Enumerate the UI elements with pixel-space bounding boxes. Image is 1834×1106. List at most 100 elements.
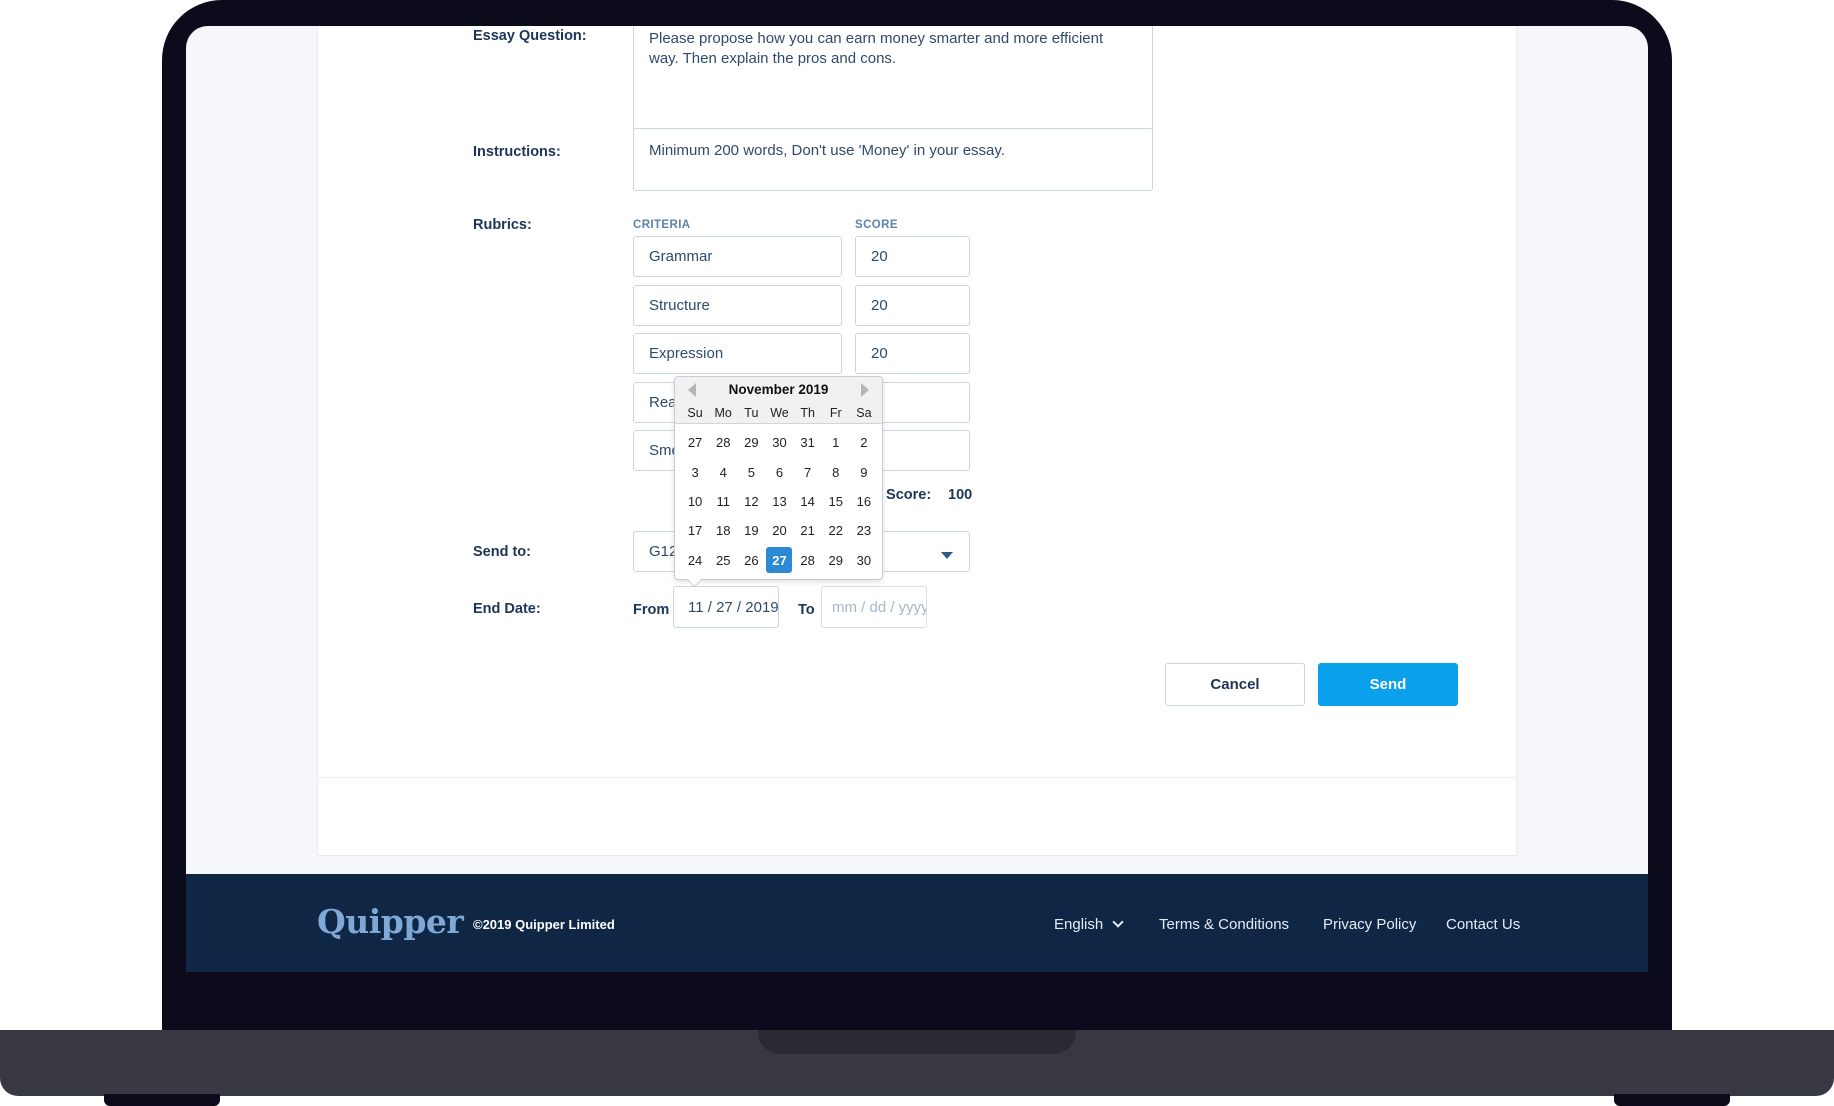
- end-date-label: End Date:: [473, 601, 541, 617]
- calendar-day[interactable]: 10: [681, 487, 709, 516]
- to-date-input[interactable]: mm / dd / yyyy: [821, 586, 927, 628]
- calendar-day-number: 27: [766, 547, 793, 574]
- instructions-input[interactable]: Minimum 200 words, Don't use 'Money' in …: [633, 128, 1153, 191]
- calendar-day-number: 28: [715, 435, 731, 451]
- calendar-day[interactable]: 15: [822, 487, 850, 516]
- calendar-day-number: 30: [856, 552, 872, 568]
- calendar-day-number: 20: [772, 523, 787, 539]
- calendar-day[interactable]: 5: [737, 457, 765, 486]
- total-score-value: 100: [948, 487, 973, 503]
- calendar-day[interactable]: 12: [737, 487, 765, 516]
- weekday-header: Th: [800, 406, 815, 420]
- calendar-day[interactable]: 20: [765, 516, 793, 545]
- weekday-header: Su: [687, 406, 703, 420]
- criteria-input-grammar[interactable]: Grammar: [633, 236, 842, 277]
- calendar-day[interactable]: 17: [681, 516, 709, 545]
- total-score-label: l Score:: [878, 487, 932, 503]
- calendar-day-number: 11: [716, 493, 730, 509]
- calendar-day-number: 28: [800, 552, 815, 568]
- calendar-day[interactable]: 14: [794, 487, 822, 516]
- calendar-day-number: 22: [828, 523, 843, 539]
- calendar-day-number: 5: [747, 464, 755, 480]
- calendar-day-number: 23: [856, 523, 872, 539]
- calendar-day-number: 13: [772, 493, 787, 509]
- chevron-down-icon[interactable]: [1112, 916, 1124, 928]
- calendar-day-number: 26: [744, 552, 759, 568]
- site-footer: Quipper ©2019 Quipper Limited English Te…: [186, 874, 1648, 972]
- contact-link[interactable]: Contact Us: [1446, 916, 1520, 933]
- calendar-day[interactable]: 27: [681, 428, 709, 457]
- calendar-day[interactable]: 22: [822, 516, 850, 545]
- datepicker-days: 27 28 29 30 31 1 2 3 4 5 6 7 8 9 10 11 12 13 14 15 16 17 18 19 2…: [681, 428, 878, 575]
- criteria-input-structure[interactable]: Structure: [633, 285, 842, 326]
- laptop-foot-left: [104, 1094, 220, 1106]
- calendar-day[interactable]: 2: [850, 428, 878, 457]
- cancel-button[interactable]: Cancel: [1165, 663, 1305, 706]
- calendar-day[interactable]: 28: [709, 428, 737, 457]
- calendar-day[interactable]: 29: [737, 428, 765, 457]
- calendar-day-number: 25: [715, 552, 731, 568]
- quipper-logo[interactable]: Quipper: [317, 902, 464, 941]
- calendar-day[interactable]: 24: [681, 546, 709, 575]
- language-selector[interactable]: English: [1054, 916, 1103, 933]
- calendar-day[interactable]: 28: [794, 546, 822, 575]
- next-month-icon[interactable]: [861, 383, 869, 397]
- from-date-input[interactable]: 11 / 27 / 2019: [673, 586, 779, 628]
- calendar-day[interactable]: 30: [850, 546, 878, 575]
- calendar-day-number: 16: [856, 493, 872, 509]
- calendar-day[interactable]: 31: [794, 428, 822, 457]
- score-input-structure[interactable]: 20: [855, 285, 970, 326]
- calendar-day[interactable]: 4: [709, 457, 737, 486]
- calendar-day[interactable]: 8: [822, 457, 850, 486]
- calendar-day-number: 14: [800, 493, 815, 509]
- calendar-day-number: 3: [691, 464, 699, 480]
- score-input-expression[interactable]: 20: [855, 333, 970, 374]
- calendar-day[interactable]: 18: [709, 516, 737, 545]
- essay-question-label: Essay Question:: [473, 28, 587, 44]
- calendar-day[interactable]: 29: [822, 546, 850, 575]
- calendar-day[interactable]: 9: [850, 457, 878, 486]
- weekday-header: Tu: [744, 406, 759, 420]
- calendar-day-selected[interactable]: 27: [765, 546, 793, 575]
- calendar-day[interactable]: 11: [709, 487, 737, 516]
- send-to-label: Send to:: [473, 544, 531, 560]
- send-button[interactable]: Send: [1318, 663, 1458, 706]
- weekday-header: Sa: [856, 406, 872, 420]
- calendar-day-number: 29: [744, 435, 759, 451]
- score-input-grammar[interactable]: 20: [855, 236, 970, 277]
- weekday-header: We: [770, 406, 789, 420]
- calendar-day[interactable]: 16: [850, 487, 878, 516]
- calendar-day[interactable]: 3: [681, 457, 709, 486]
- criteria-input-expression[interactable]: Expression: [633, 333, 842, 374]
- laptop-notch: [758, 1030, 1076, 1054]
- calendar-day-number: 1: [832, 435, 840, 451]
- calendar-day[interactable]: 25: [709, 546, 737, 575]
- calendar-day[interactable]: 21: [794, 516, 822, 545]
- to-label: To: [798, 602, 815, 618]
- calendar-day[interactable]: 7: [794, 457, 822, 486]
- calendar-day-number: 17: [687, 523, 703, 539]
- criteria-column-header: CRITERIA: [633, 219, 691, 231]
- privacy-link[interactable]: Privacy Policy: [1323, 916, 1416, 933]
- card-divider: [318, 777, 1516, 778]
- calendar-day-number: 30: [772, 435, 787, 451]
- calendar-day[interactable]: 6: [765, 457, 793, 486]
- screen: Essay Question: Please propose how you c…: [186, 26, 1648, 972]
- calendar-day[interactable]: 26: [737, 546, 765, 575]
- calendar-day[interactable]: 1: [822, 428, 850, 457]
- laptop-foot-right: [1614, 1094, 1730, 1106]
- calendar-day[interactable]: 19: [737, 516, 765, 545]
- calendar-day-number: 2: [860, 435, 868, 451]
- calendar-day[interactable]: 30: [765, 428, 793, 457]
- calendar-day-number: 31: [800, 435, 815, 451]
- calendar-day-number: 8: [832, 464, 840, 480]
- weekday-header: Mo: [714, 406, 732, 420]
- calendar-day[interactable]: 13: [765, 487, 793, 516]
- terms-link[interactable]: Terms & Conditions: [1159, 916, 1289, 933]
- calendar-day[interactable]: 23: [850, 516, 878, 545]
- essay-question-input[interactable]: Please propose how you can earn money sm…: [633, 26, 1153, 133]
- calendar-day-number: 6: [775, 464, 784, 480]
- calendar-day-number: 27: [687, 435, 703, 451]
- instructions-label: Instructions:: [473, 144, 561, 160]
- calendar-day-number: 15: [828, 493, 843, 509]
